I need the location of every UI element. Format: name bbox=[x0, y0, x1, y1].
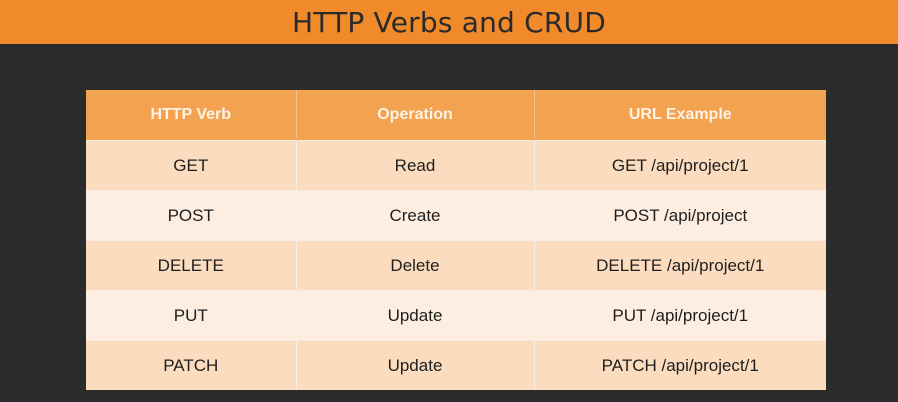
cell-operation: Update bbox=[296, 290, 535, 341]
header-http-verb: HTTP Verb bbox=[86, 90, 297, 141]
cell-operation: Delete bbox=[296, 240, 535, 291]
cell-url-example: GET /api/project/1 bbox=[534, 140, 826, 191]
cell-http-verb: DELETE bbox=[86, 240, 297, 291]
cell-url-example: POST /api/project bbox=[534, 190, 826, 241]
cell-http-verb: GET bbox=[86, 140, 297, 191]
cell-operation: Update bbox=[296, 340, 535, 390]
crud-table-container: HTTP Verb Operation URL Example GET Read… bbox=[86, 90, 826, 390]
cell-url-example: PUT /api/project/1 bbox=[534, 290, 826, 341]
table-row: PATCH Update PATCH /api/project/1 bbox=[86, 340, 826, 390]
table-row: GET Read GET /api/project/1 bbox=[86, 140, 826, 191]
table-row: DELETE Delete DELETE /api/project/1 bbox=[86, 240, 826, 291]
cell-url-example: PATCH /api/project/1 bbox=[534, 340, 826, 390]
cell-url-example: DELETE /api/project/1 bbox=[534, 240, 826, 291]
table-header: HTTP Verb Operation URL Example bbox=[86, 90, 826, 141]
table-row: POST Create POST /api/project bbox=[86, 190, 826, 241]
cell-http-verb: PATCH bbox=[86, 340, 297, 390]
title-bar: HTTP Verbs and CRUD bbox=[0, 0, 898, 44]
table-body: GET Read GET /api/project/1 POST Create … bbox=[86, 140, 826, 390]
header-row: HTTP Verb Operation URL Example bbox=[86, 90, 826, 141]
header-operation: Operation bbox=[296, 90, 535, 141]
header-url-example: URL Example bbox=[534, 90, 826, 141]
cell-http-verb: POST bbox=[86, 190, 297, 241]
cell-operation: Create bbox=[296, 190, 535, 241]
cell-operation: Read bbox=[296, 140, 535, 191]
table-row: PUT Update PUT /api/project/1 bbox=[86, 290, 826, 341]
cell-http-verb: PUT bbox=[86, 290, 297, 341]
slide-title: HTTP Verbs and CRUD bbox=[292, 5, 606, 39]
http-verbs-table: HTTP Verb Operation URL Example GET Read… bbox=[86, 90, 826, 390]
